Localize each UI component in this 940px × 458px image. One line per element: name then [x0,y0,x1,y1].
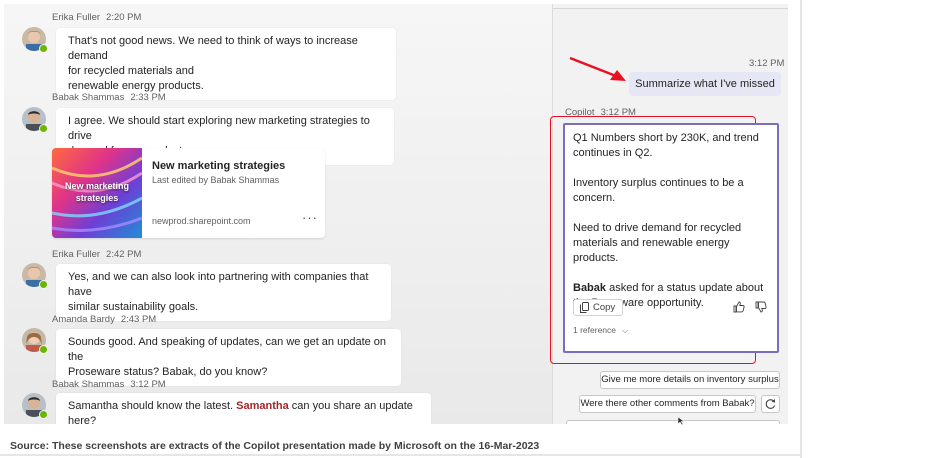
avatar[interactable] [22,263,48,289]
message-time: 2:43 PM [120,314,157,325]
thumbs-down-icon[interactable] [755,301,767,313]
references-toggle[interactable]: 1 reference ⌵ [573,325,628,336]
file-link-card[interactable]: New marketing strategies New marketing s… [52,148,325,238]
reference-label: 1 reference [573,325,616,335]
presence-available-icon [39,345,48,354]
file-last-edited: Last edited by Babak Shammas [152,175,280,185]
message-bubble[interactable]: Sounds good. And speaking of updates, ca… [56,329,401,386]
message-author: Babak Shammas [52,92,125,103]
copy-label: Copy [593,302,616,313]
message-time: 2:20 PM [106,12,142,23]
suggestion-chip[interactable]: Were there other comments from Babak? [579,395,756,413]
message-line: That's not good news. We need to think o… [68,35,358,62]
copy-button[interactable]: Copy [573,299,623,316]
message-author: Babak Shammas [52,379,125,390]
presence-available-icon [39,410,48,419]
avatar[interactable] [22,27,48,53]
refresh-icon [765,399,776,409]
avatar[interactable] [22,328,48,354]
source-caption: Source: These screenshots are extracts o… [10,440,540,452]
divider [553,8,788,9]
answer-paragraph: Q1 Numbers short by 230K, and trend cont… [573,132,759,159]
answer-paragraph: Inventory surplus continues to be a conc… [573,177,744,204]
file-thumbnail: New marketing strategies [52,148,142,238]
more-options-icon[interactable]: ··· [302,210,318,225]
thumbnail-title: New marketing strategies [64,181,130,203]
mention-samantha[interactable]: Samantha [236,400,289,412]
presence-available-icon [39,280,48,289]
compose-box-edge[interactable] [566,420,780,424]
user-prompt-time: 3:12 PM [749,58,785,69]
copilot-answer-card: Q1 Numbers short by 230K, and trend cont… [563,123,779,353]
message-line: Yes, and we can also look into partnerin… [68,271,369,298]
frame-border [0,454,802,456]
message-time: 2:33 PM [130,92,166,103]
red-arrow-annotation [569,56,626,81]
answer-bold-name: Babak [573,282,607,294]
message-line: Proseware status? Babak, do you know? [68,366,268,378]
message-time: 2:42 PM [106,249,142,260]
message-meta: Erika Fuller 2:20 PM [52,12,141,23]
file-domain: newprod.sharepoint.com [152,216,251,226]
message-bubble[interactable]: Samantha should know the latest. Samanth… [56,393,431,424]
thumbs-up-icon[interactable] [733,301,745,313]
chat-thread: Erika Fuller 2:20 PM That's not good news… [4,4,552,424]
message-meta: Babak Shammas 2:33 PM [52,92,166,103]
message-text: Samantha should know the latest. [68,400,237,412]
message-meta: Amanda Bardy 2:43 PM [52,314,156,325]
user-prompt-bubble[interactable]: Summarize what I've missed [629,72,781,96]
message-line: Sounds good. And speaking of updates, ca… [68,336,387,363]
frame-border [800,0,802,458]
copy-icon [580,302,589,313]
message-line: Samantha should know the latest. Samanth… [68,399,419,424]
avatar[interactable] [22,107,48,133]
message-author: Amanda Bardy [52,314,115,325]
message-line: similar sustainability goals. [68,301,199,313]
message-bubble[interactable]: Yes, and we can also look into partnerin… [56,264,391,321]
refresh-suggestions-button[interactable] [761,395,780,413]
presence-available-icon [39,124,48,133]
answer-paragraph: Need to drive demand for recycled materi… [573,222,742,264]
message-meta: Babak Shammas 3:12 PM [52,379,166,390]
avatar[interactable] [22,393,48,419]
mouse-cursor-icon [677,417,685,425]
chevron-down-icon: ⌵ [622,326,629,335]
message-line: I agree. We should start exploring new m… [68,115,370,142]
presence-available-icon [39,44,48,53]
message-author: Erika Fuller [52,12,101,23]
file-title[interactable]: New marketing strategies [152,160,285,172]
message-author: Erika Fuller [52,249,101,260]
suggestion-chip[interactable]: Give me more details on inventory surplu… [600,371,780,389]
message-meta: Erika Fuller 2:42 PM [52,249,141,260]
message-bubble[interactable]: That's not good news. We need to think o… [56,28,396,100]
message-line: for recycled materials and [68,65,194,77]
message-time: 3:12 PM [130,379,166,390]
